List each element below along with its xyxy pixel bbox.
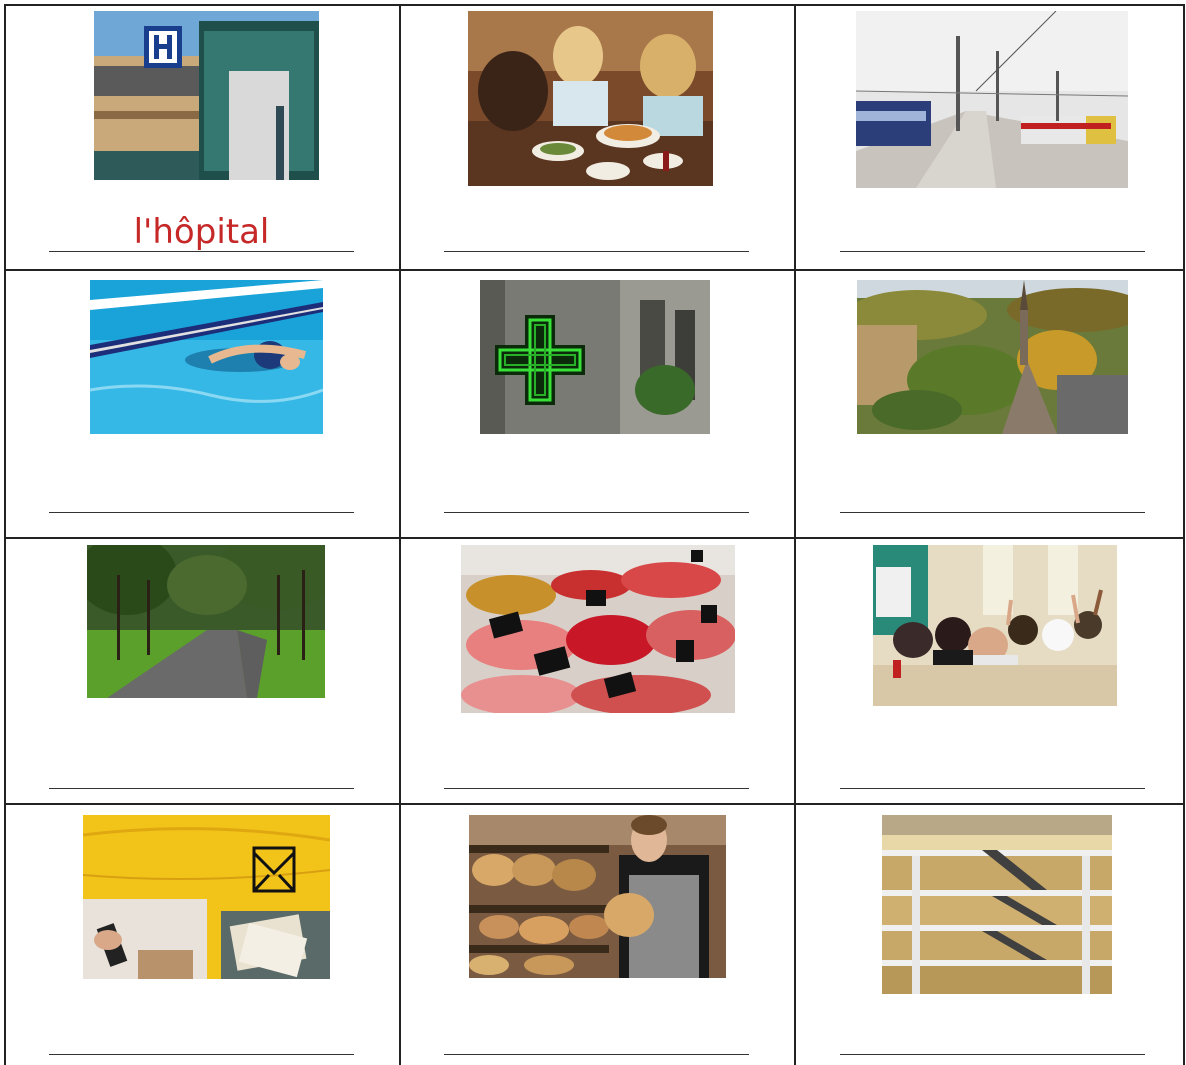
grid-divider-row-1 (4, 269, 1185, 271)
answer-line[interactable] (49, 251, 354, 252)
grid-divider-col-1 (399, 4, 401, 1065)
answer-line[interactable] (444, 1054, 749, 1055)
vocabulary-worksheet: l'hôpital (0, 0, 1186, 1065)
grid-border-left (4, 4, 6, 1065)
pharmacy-photo (480, 280, 710, 434)
answer-text: l'hôpital (133, 212, 270, 252)
train-station-photo (856, 11, 1128, 188)
restaurant-photo (468, 11, 713, 186)
answer-line[interactable] (444, 512, 749, 513)
grid-divider-row-3 (4, 803, 1185, 805)
answer-line[interactable] (49, 512, 354, 513)
answer-line[interactable] (840, 1054, 1145, 1055)
grid-border-top (4, 4, 1185, 6)
answer-line[interactable] (840, 251, 1145, 252)
answer-line[interactable] (840, 788, 1145, 789)
hospital-photo (94, 11, 319, 180)
park-photo (87, 545, 325, 698)
answer-line[interactable] (840, 512, 1145, 513)
swimming-pool-photo (90, 280, 323, 434)
bakery-photo (469, 815, 726, 978)
answer-line[interactable] (444, 251, 749, 252)
shopping-mall-photo (882, 815, 1112, 994)
grid-divider-col-2 (794, 4, 796, 1065)
classroom-photo (873, 545, 1117, 706)
grid-divider-row-2 (4, 537, 1185, 539)
grid-border-right (1183, 4, 1185, 1065)
post-office-photo (83, 815, 330, 979)
butcher-counter-photo (461, 545, 735, 713)
answer-line[interactable] (49, 1054, 354, 1055)
answer-line[interactable] (444, 788, 749, 789)
answer-line[interactable] (49, 788, 354, 789)
town-valley-photo (857, 280, 1128, 434)
